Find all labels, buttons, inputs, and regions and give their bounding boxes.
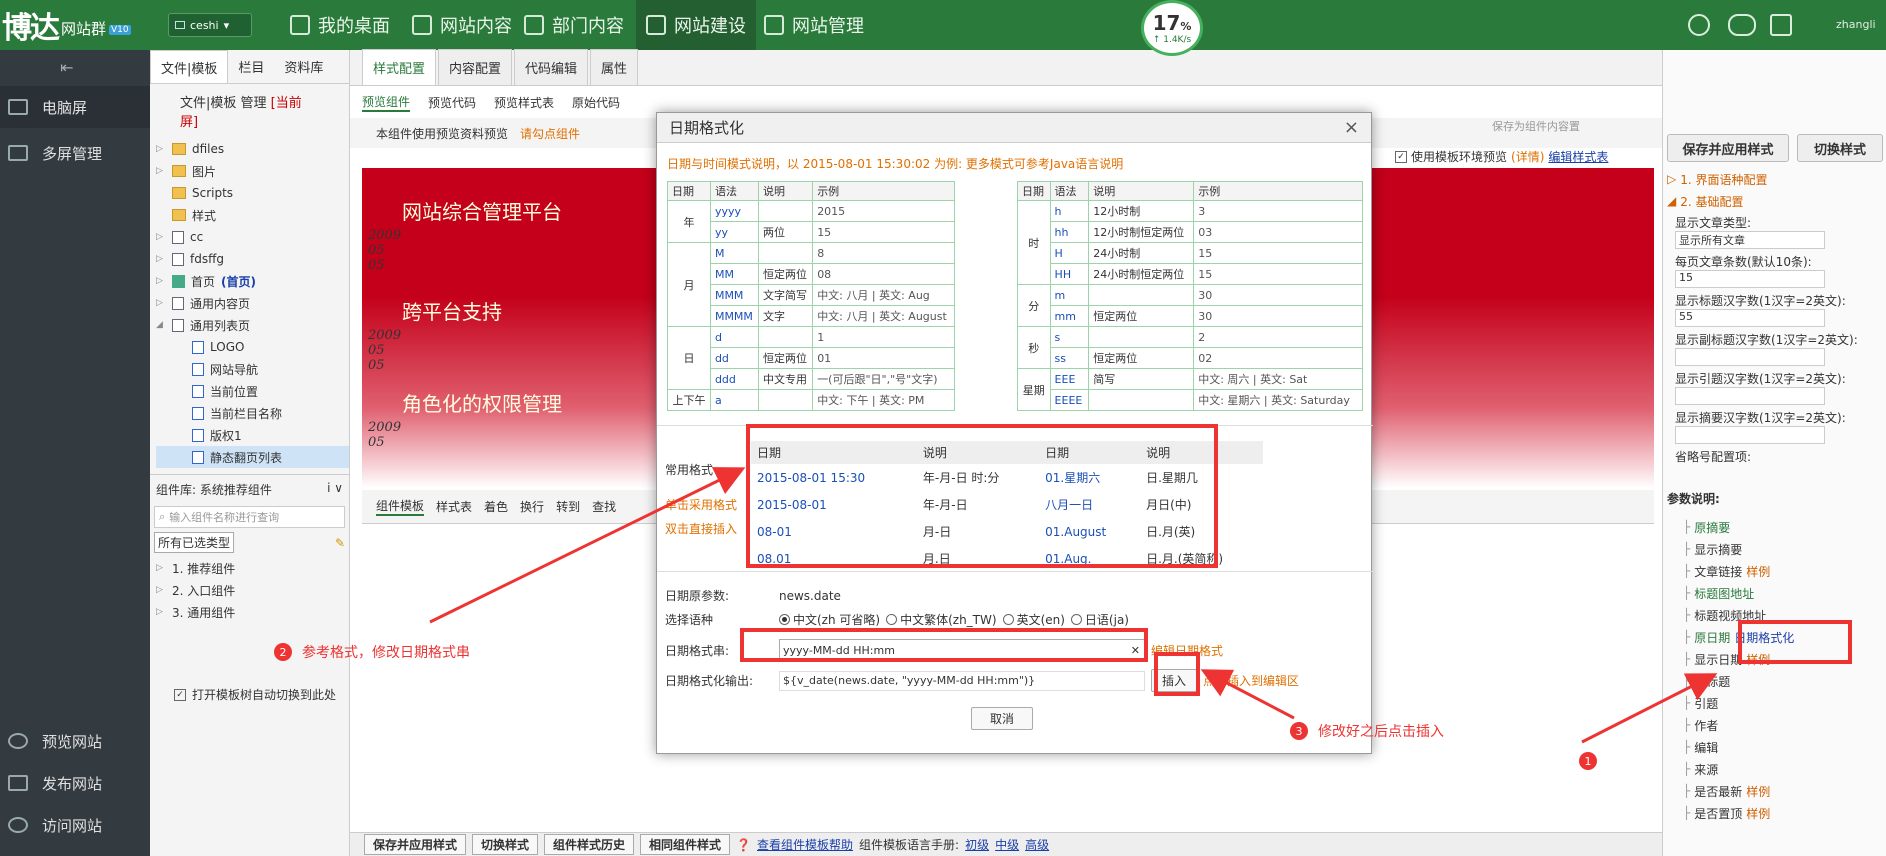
callout-arrows (429, 467, 1718, 744)
callout-3: 3 修改好之后点击插入 (1290, 721, 1444, 741)
callout-2: 2 参考格式，修改日期格式串 (274, 642, 470, 662)
callout-1: 1 (1579, 752, 1597, 770)
